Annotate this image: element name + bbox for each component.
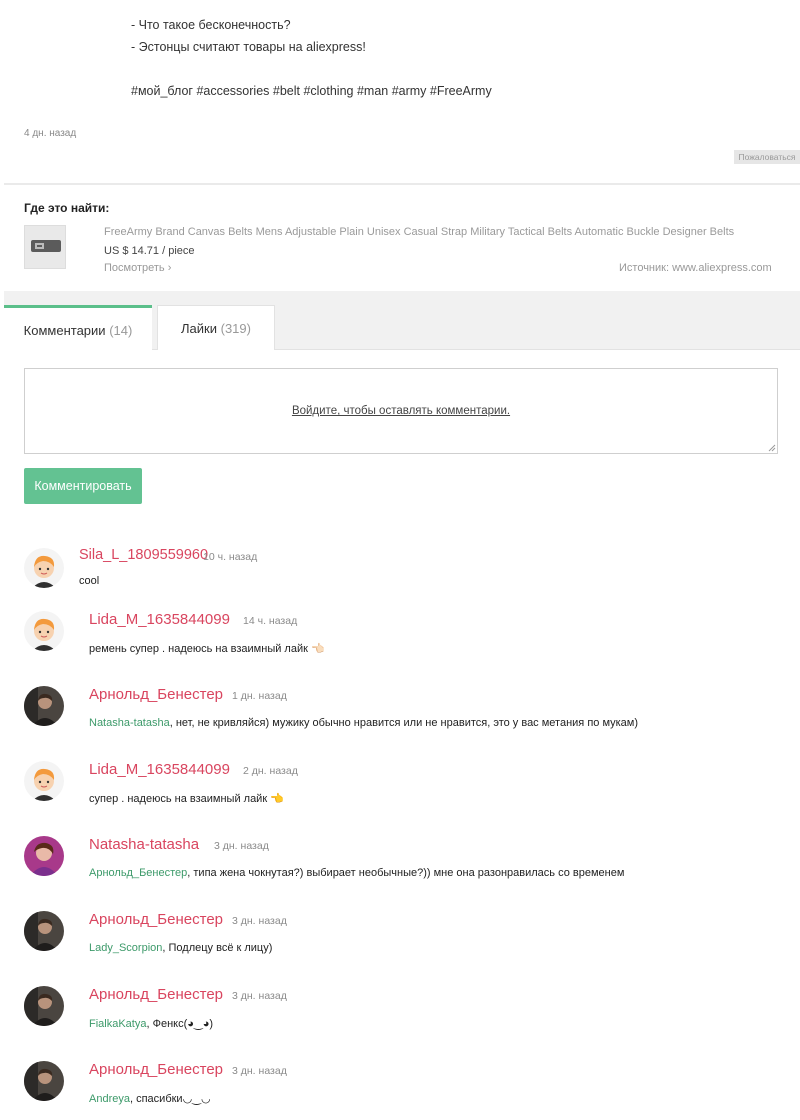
post-text: - Что такое бесконечность? - Эстонцы счи…: [131, 14, 492, 102]
comment-author-link[interactable]: Арнольд_Бенестер: [89, 911, 223, 928]
comment-timestamp: 3 дн. назад: [214, 840, 269, 852]
tab-comments[interactable]: Комментарии (14): [4, 305, 152, 350]
divider: [4, 183, 800, 185]
comment-body: cool: [79, 575, 100, 587]
comment-timestamp: 10 ч. назад: [203, 551, 258, 563]
comment-timestamp: 2 дн. назад: [243, 765, 298, 777]
comment-text: ремень супер . надеюсь на взаимный лайк …: [89, 642, 325, 655]
tab-likes[interactable]: Лайки (319): [157, 305, 275, 350]
comment-avatar[interactable]: [24, 911, 64, 951]
product-source: Источник: www.aliexpress.com: [619, 262, 772, 274]
tab-comments-count: (14): [109, 323, 133, 338]
report-button[interactable]: Пожаловаться: [734, 150, 800, 164]
comment-author-link[interactable]: Sila_L_1809559960: [79, 547, 208, 563]
comment-author-link[interactable]: Арнольд_Бенестер: [89, 986, 223, 1003]
comment-timestamp: 3 дн. назад: [232, 1065, 287, 1077]
login-to-comment-link[interactable]: Войдите, чтобы оставлять комментарии.: [24, 405, 778, 417]
comment-body: супер . надеюсь на взаимный лайк 👈: [89, 793, 284, 805]
comment-author-link[interactable]: Lida_M_1635844099: [89, 761, 230, 778]
comment-text: FialkaKatya, Фенкс(◕‿◕): [89, 1017, 213, 1030]
comment-body: , Фенкс(◕‿◕): [146, 1018, 214, 1030]
comment-text: cool: [79, 575, 99, 587]
tab-comments-label: Комментарии: [23, 323, 106, 338]
comment-avatar[interactable]: [24, 761, 64, 801]
comment-mention-link[interactable]: Natasha-tatasha: [89, 717, 170, 729]
product-price: US $ 14.71 / piece: [104, 245, 195, 257]
comment-author-link[interactable]: Natasha-tatasha: [89, 836, 199, 853]
tab-likes-label: Лайки: [181, 321, 217, 336]
comment-body: , типа жена чокнутая?) выбирает необычны…: [187, 867, 625, 879]
comment-avatar[interactable]: [24, 836, 64, 876]
comment-timestamp: 1 дн. назад: [232, 690, 287, 702]
post-line: - Эстонцы считают товары на aliexpress!: [131, 40, 366, 54]
resize-handle-icon[interactable]: [768, 444, 776, 452]
comment-text: Natasha-tatasha, нет, не кривляйся) мужи…: [89, 717, 638, 729]
comment-avatar[interactable]: [24, 548, 64, 588]
comment-timestamp: 3 дн. назад: [232, 915, 287, 927]
view-product-link[interactable]: Посмотреть ›: [104, 262, 171, 274]
comment-text: Lady_Scorpion, Подлецу всё к лицу): [89, 942, 272, 954]
comment-body: , спасибки◡‿◡: [129, 1093, 211, 1105]
comment-submit-button[interactable]: Комментировать: [24, 468, 142, 504]
comment-text: супер . надеюсь на взаимный лайк 👈: [89, 792, 284, 805]
post-line: - Что такое бесконечность?: [131, 18, 291, 32]
comment-author-link[interactable]: Арнольд_Бенестер: [89, 686, 223, 703]
comment-avatar[interactable]: [24, 1061, 64, 1101]
post-timestamp: 4 дн. назад: [24, 128, 77, 139]
comment-body: ремень супер . надеюсь на взаимный лайк …: [89, 643, 325, 655]
comment-avatar[interactable]: [24, 686, 64, 726]
comment-timestamp: 3 дн. назад: [232, 990, 287, 1002]
comment-avatar[interactable]: [24, 986, 64, 1026]
comment-mention-link[interactable]: Арнольд_Бенестер: [89, 867, 187, 879]
comment-text: Andreya, спасибки◡‿◡: [89, 1092, 211, 1105]
tab-likes-count: (319): [220, 321, 251, 336]
product-thumbnail[interactable]: [24, 225, 66, 269]
post-hashtags[interactable]: #мой_блог #accessories #belt #clothing #…: [131, 80, 492, 102]
comment-author-link[interactable]: Арнольд_Бенестер: [89, 1061, 223, 1078]
comment-text: Арнольд_Бенестер, типа жена чокнутая?) в…: [89, 867, 624, 879]
comment-mention-link[interactable]: Lady_Scorpion: [89, 942, 162, 954]
comment-mention-link[interactable]: FialkaKatya: [89, 1018, 146, 1030]
comment-timestamp: 14 ч. назад: [243, 615, 298, 627]
comment-body: , нет, не кривляйся) мужику обычно нрави…: [169, 717, 639, 729]
product-name-link[interactable]: FreeArmy Brand Canvas Belts Mens Adjusta…: [104, 226, 734, 238]
comment-mention-link[interactable]: Andreya: [89, 1093, 130, 1105]
where-to-find-title: Где это найти:: [24, 201, 110, 215]
comment-avatar[interactable]: [24, 611, 64, 651]
comment-body: , Подлецу всё к лицу): [162, 942, 273, 954]
comment-author-link[interactable]: Lida_M_1635844099: [89, 611, 230, 628]
